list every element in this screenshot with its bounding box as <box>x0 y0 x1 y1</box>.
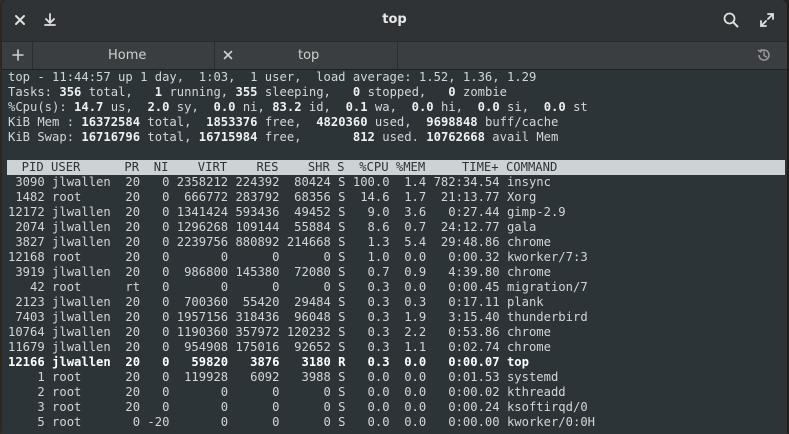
process-row: 42 root rt 0 0 0 0 S 0.3 0.0 0:00.45 mig… <box>8 280 588 294</box>
swap-text: free, <box>257 130 353 144</box>
process-row: 11679 jlwallen 20 0 954908 175016 92652 … <box>8 340 551 354</box>
cpu-text: hi, <box>433 100 478 114</box>
close-icon[interactable] <box>218 45 238 65</box>
swap-used: 812 <box>352 130 375 144</box>
process-row: 1482 root 20 0 666772 283792 68356 S 14.… <box>8 190 537 204</box>
swap-text: total, <box>140 130 199 144</box>
process-row: 2074 jlwallen 20 0 1296268 109144 55884 … <box>8 220 537 234</box>
tasks-total: 356 <box>59 85 82 99</box>
cpu-hi: 0.0 <box>411 100 434 114</box>
process-row: 2123 jlwallen 20 0 700360 55420 29484 S … <box>8 295 544 309</box>
maximize-icon[interactable] <box>757 10 777 30</box>
swap-label: KiB Swap: <box>8 130 82 144</box>
mem-label: KiB Mem : <box>8 115 82 129</box>
cpu-id: 83.2 <box>272 100 302 114</box>
cpu-text: sy, <box>169 100 214 114</box>
tab-bar: Home top <box>2 41 787 70</box>
cpu-wa: 0.1 <box>345 100 368 114</box>
tab-top[interactable]: top <box>298 42 319 69</box>
mem-free: 1853376 <box>206 115 258 129</box>
process-row: 7403 jlwallen 20 0 1957156 318436 96048 … <box>8 310 588 324</box>
plus-icon[interactable] <box>8 45 28 65</box>
process-row: 1 root 20 0 119928 6092 3988 S 0.0 0.0 0… <box>8 370 559 384</box>
mem-text: free, <box>257 115 317 129</box>
process-row: 3827 jlwallen 20 0 2239756 880892 214668… <box>8 235 551 249</box>
tab-separator <box>32 42 33 69</box>
mem-used: 4820360 <box>316 115 368 129</box>
cpu-text: st <box>565 100 588 114</box>
cpu-text: id, <box>301 100 346 114</box>
tasks-text: zombie <box>455 85 508 99</box>
window-title: top <box>382 12 407 27</box>
process-row: 10764 jlwallen 20 0 1190360 357972 12023… <box>8 325 551 339</box>
tab-home[interactable]: Home <box>108 42 146 69</box>
uptime-line: top - 11:44:57 up 1 day, 1:03, 1 user, l… <box>8 70 537 84</box>
tasks-line: Tasks: 356 total, 1 running, 355 sleepin… <box>8 85 787 100</box>
process-row: 3919 jlwallen 20 0 986800 145380 72080 S… <box>8 265 551 279</box>
swap-line: KiB Swap: 16716796 total, 16715984 free,… <box>8 130 787 145</box>
cpu-line: %Cpu(s): 14.7 us, 2.0 sy, 0.0 ni, 83.2 i… <box>8 100 787 115</box>
tasks-zombie: 0 <box>448 85 456 99</box>
tasks-label: Tasks: <box>8 85 60 99</box>
history-icon[interactable] <box>754 45 774 65</box>
mem-text: used, <box>367 115 427 129</box>
tasks-sleeping: 355 <box>235 85 258 99</box>
tasks-text: total, <box>81 85 155 99</box>
process-row: 2 root 20 0 0 0 0 S 0.0 0.0 0:00.02 kthr… <box>8 385 566 399</box>
cpu-sy: 2.0 <box>147 100 170 114</box>
process-row: 5 root 0 -20 0 0 0 S 0.0 0.0 0:00.00 kwo… <box>8 415 595 429</box>
mem-line: KiB Mem : 16372584 total, 1853376 free, … <box>8 115 787 130</box>
swap-text: avail Mem <box>484 130 559 144</box>
mem-text: buff/cache <box>477 115 559 129</box>
mem-text: total, <box>140 115 207 129</box>
process-table-header: PID USER PR NI VIRT RES SHR S %CPU %MEM … <box>7 160 785 175</box>
mem-total: 16372584 <box>81 115 141 129</box>
mem-buff: 9698848 <box>426 115 478 129</box>
swap-total: 16716796 <box>81 130 141 144</box>
process-row: 3090 jlwallen 20 0 2358212 224392 80424 … <box>8 175 551 189</box>
tasks-text: running, <box>162 85 236 99</box>
process-row: 12172 jlwallen 20 0 1341424 593436 49452… <box>8 205 566 219</box>
cpu-ni: 0.0 <box>213 100 236 114</box>
search-icon[interactable] <box>721 10 741 30</box>
tab-separator <box>397 42 398 69</box>
cpu-si: 0.0 <box>477 100 500 114</box>
swap-avail: 10762668 <box>426 130 485 144</box>
cpu-label: %Cpu(s): <box>8 100 75 114</box>
process-row: 12168 root 20 0 0 0 0 S 1.0 0.0 0:00.32 … <box>8 250 588 264</box>
tab-separator <box>214 42 215 69</box>
cpu-st: 0.0 <box>543 100 566 114</box>
cpu-text: us, <box>103 100 148 114</box>
terminal-output[interactable]: top - 11:44:57 up 1 day, 1:03, 1 user, l… <box>2 70 787 434</box>
tasks-text: stopped, <box>360 85 449 99</box>
cpu-text: ni, <box>235 100 273 114</box>
title-bar: top <box>2 0 787 41</box>
process-row: 12166 jlwallen 20 0 59820 3876 3180 R 0.… <box>8 355 529 369</box>
process-row: 3 root 20 0 0 0 0 S 0.0 0.0 0:00.24 ksof… <box>8 400 588 414</box>
tasks-text: sleeping, <box>257 85 353 99</box>
swap-text: used. <box>374 130 427 144</box>
process-table: 3090 jlwallen 20 0 2358212 224392 80424 … <box>8 175 787 430</box>
cpu-text: wa, <box>367 100 412 114</box>
tasks-running: 1 <box>154 85 163 99</box>
cpu-text: si, <box>499 100 544 114</box>
terminal-window: top Home top top - 11:44:57 up 1 day, 1:… <box>2 0 787 434</box>
swap-free: 16715984 <box>198 130 258 144</box>
cpu-us: 14.7 <box>74 100 104 114</box>
